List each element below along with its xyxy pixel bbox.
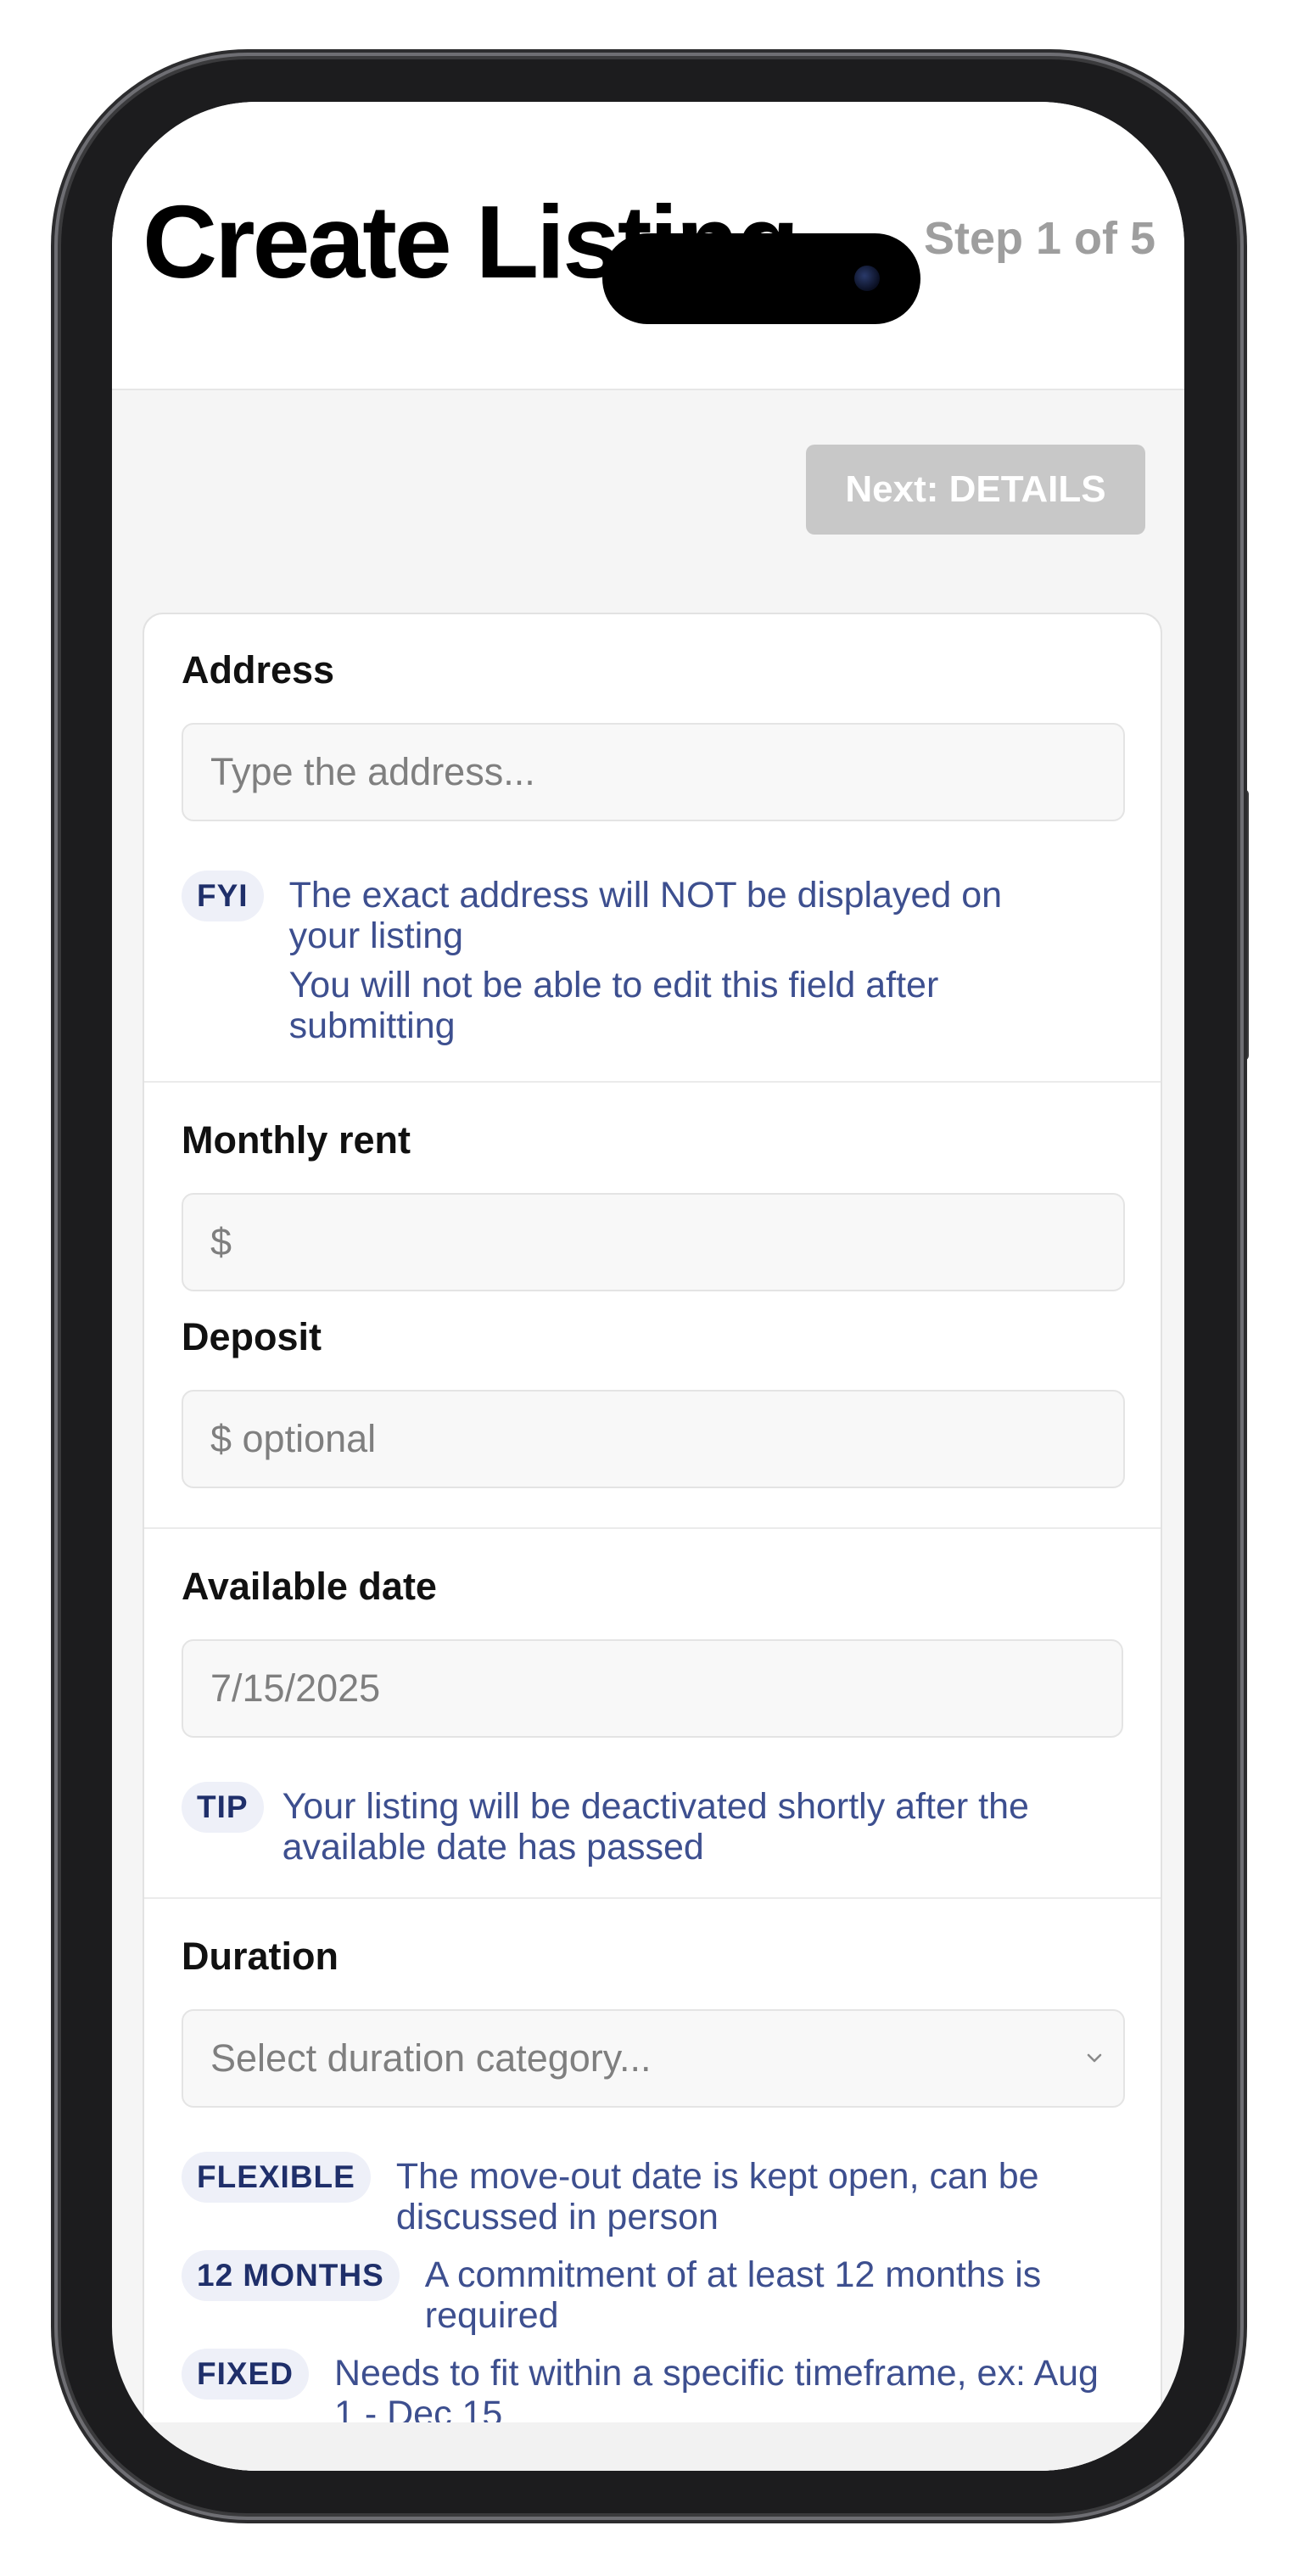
- chevron-down-icon: [1087, 2053, 1102, 2063]
- address-note-text: The exact address will NOT be displayed …: [289, 875, 1070, 1046]
- available-tip-text: Your listing will be deactivated shortly…: [282, 1786, 1029, 1868]
- power-button: [1237, 789, 1249, 1061]
- duration-option-flexible: FLEXIBLE The move-out date is kept open,…: [182, 2152, 1126, 2237]
- address-note-display: The exact address will NOT be displayed …: [288, 875, 1003, 956]
- flexible-badge: FLEXIBLE: [182, 2152, 371, 2203]
- tip-badge: TIP: [182, 1782, 264, 1833]
- monthly-rent-label: Monthly rent: [182, 1118, 411, 1162]
- available-tip-note: TIP Your listing will be deactivated sho…: [182, 1782, 1114, 1868]
- address-note-edit: You will not be able to edit this field …: [288, 965, 939, 1046]
- flexible-text: The move-out date is kept open, can be d…: [395, 2156, 1039, 2237]
- step-indicator: Step 1 of 5: [923, 213, 1155, 264]
- duration-select[interactable]: Select duration category...: [182, 2009, 1125, 2108]
- section-divider: [144, 1527, 1161, 1529]
- monthly-rent-input[interactable]: $: [182, 1193, 1125, 1291]
- deposit-input[interactable]: $ optional: [182, 1390, 1125, 1488]
- fixed-badge: FIXED: [182, 2349, 309, 2400]
- next-details-button[interactable]: Next: DETAILS: [806, 445, 1145, 535]
- address-label: Address: [182, 648, 335, 692]
- phone-screen: Create Listing Step 1 of 5 Next: DETAILS…: [112, 102, 1184, 2471]
- fyi-badge: FYI: [182, 871, 264, 921]
- address-fyi-note: FYI The exact address will NOT be displa…: [182, 871, 1070, 1046]
- deposit-label: Deposit: [182, 1315, 322, 1358]
- twelve-months-text: A commitment of at least 12 months is re…: [424, 2254, 1042, 2336]
- duration-option-fixed: FIXED Needs to fit within a specific tim…: [182, 2349, 1106, 2434]
- section-divider: [144, 1081, 1161, 1083]
- twelve-months-badge: 12 MONTHS: [182, 2250, 400, 2301]
- available-date-input[interactable]: 7/15/2025: [182, 1639, 1123, 1738]
- dynamic-island: [602, 233, 920, 324]
- camera-icon: [854, 266, 880, 291]
- duration-option-12-months: 12 MONTHS A commitment of at least 12 mo…: [182, 2250, 1121, 2336]
- address-input[interactable]: Type the address...: [182, 723, 1125, 821]
- section-divider: [144, 1897, 1161, 1899]
- listing-form-card: Address Type the address... FYI The exac…: [143, 613, 1162, 2471]
- duration-label: Duration: [182, 1935, 338, 1978]
- duration-select-placeholder: Select duration category...: [210, 2036, 652, 2080]
- available-date-label: Available date: [182, 1565, 437, 1608]
- bottom-safe-area: [112, 2422, 1184, 2471]
